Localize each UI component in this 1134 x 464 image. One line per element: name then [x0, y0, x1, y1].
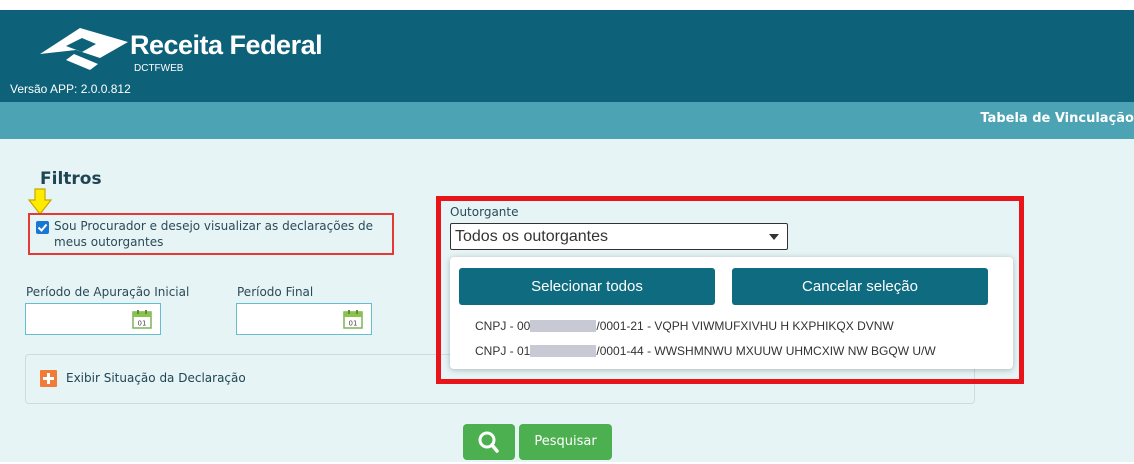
procurador-checkbox[interactable] — [36, 221, 49, 234]
periodo-inicial-label: Período de Apuração Inicial — [26, 285, 190, 299]
periodo-final-input[interactable]: 01 — [236, 303, 372, 335]
procurador-option[interactable]: Sou Procurador e desejo visualizar as de… — [28, 213, 394, 255]
checkmark-icon — [37, 223, 48, 232]
outorgante-selected-value: Todos os outorgantes — [455, 228, 608, 245]
outorgante-label: Outorgante — [450, 205, 519, 219]
app-header: Receita Federal DCTFWEB Versão APP: 2.0.… — [0, 10, 1134, 102]
search-icon — [478, 431, 499, 453]
filters-title: Filtros — [40, 169, 102, 189]
filters-area: Filtros Sou Procurador e desejo visualiz… — [0, 139, 1134, 462]
search-icon-button[interactable] — [463, 424, 515, 460]
outorgante-option[interactable]: CNPJ - 01/0001-44 - WWSHMNWU MXUUW UHMCX… — [475, 344, 936, 358]
svg-text:01: 01 — [349, 320, 358, 328]
pointer-arrow-icon — [28, 188, 52, 215]
cnpj-prefix: CNPJ - 00 — [475, 319, 531, 333]
chevron-down-icon — [769, 234, 779, 240]
redacted-block — [530, 345, 597, 357]
app-version: Versão APP: 2.0.0.812 — [10, 82, 131, 96]
product-name: DCTFWEB — [134, 63, 184, 74]
expand-plus-icon[interactable] — [40, 370, 57, 387]
procurador-label: Sou Procurador e desejo visualizar as de… — [54, 219, 374, 249]
outorgante-select[interactable]: Todos os outorgantes — [450, 223, 788, 250]
cnpj-suffix: /0001-21 - VQPH VIWMUFXIVHU H KXPHIKQX D… — [596, 319, 894, 333]
calendar-icon[interactable]: 01 — [132, 309, 152, 329]
select-all-button[interactable]: Selecionar todos — [459, 268, 715, 305]
page-title-bar: Tabela de Vinculação — [0, 102, 1134, 139]
periodo-final-label: Período Final — [237, 285, 314, 299]
page-title: Tabela de Vinculação — [980, 111, 1134, 126]
cancel-selection-button[interactable]: Cancelar seleção — [732, 268, 988, 305]
brand-name: Receita Federal — [130, 30, 323, 60]
outorgante-dropdown: Selecionar todos Cancelar seleção CNPJ -… — [450, 257, 1013, 369]
cnpj-suffix: /0001-44 - WWSHMNWU MXUUW UHMCXIW NW BGQ… — [596, 344, 936, 358]
cnpj-prefix: CNPJ - 01 — [475, 344, 531, 358]
periodo-inicial-input[interactable]: 01 — [25, 303, 161, 335]
calendar-icon[interactable]: 01 — [343, 309, 363, 329]
receita-federal-logo-icon — [40, 28, 128, 70]
pesquisar-button[interactable]: Pesquisar — [519, 424, 612, 460]
outorgante-option[interactable]: CNPJ - 00/0001-21 - VQPH VIWMUFXIVHU H K… — [475, 319, 894, 333]
svg-text:01: 01 — [138, 320, 147, 328]
situacao-toggle-label[interactable]: Exibir Situação da Declaração — [66, 371, 246, 385]
redacted-block — [530, 320, 597, 332]
